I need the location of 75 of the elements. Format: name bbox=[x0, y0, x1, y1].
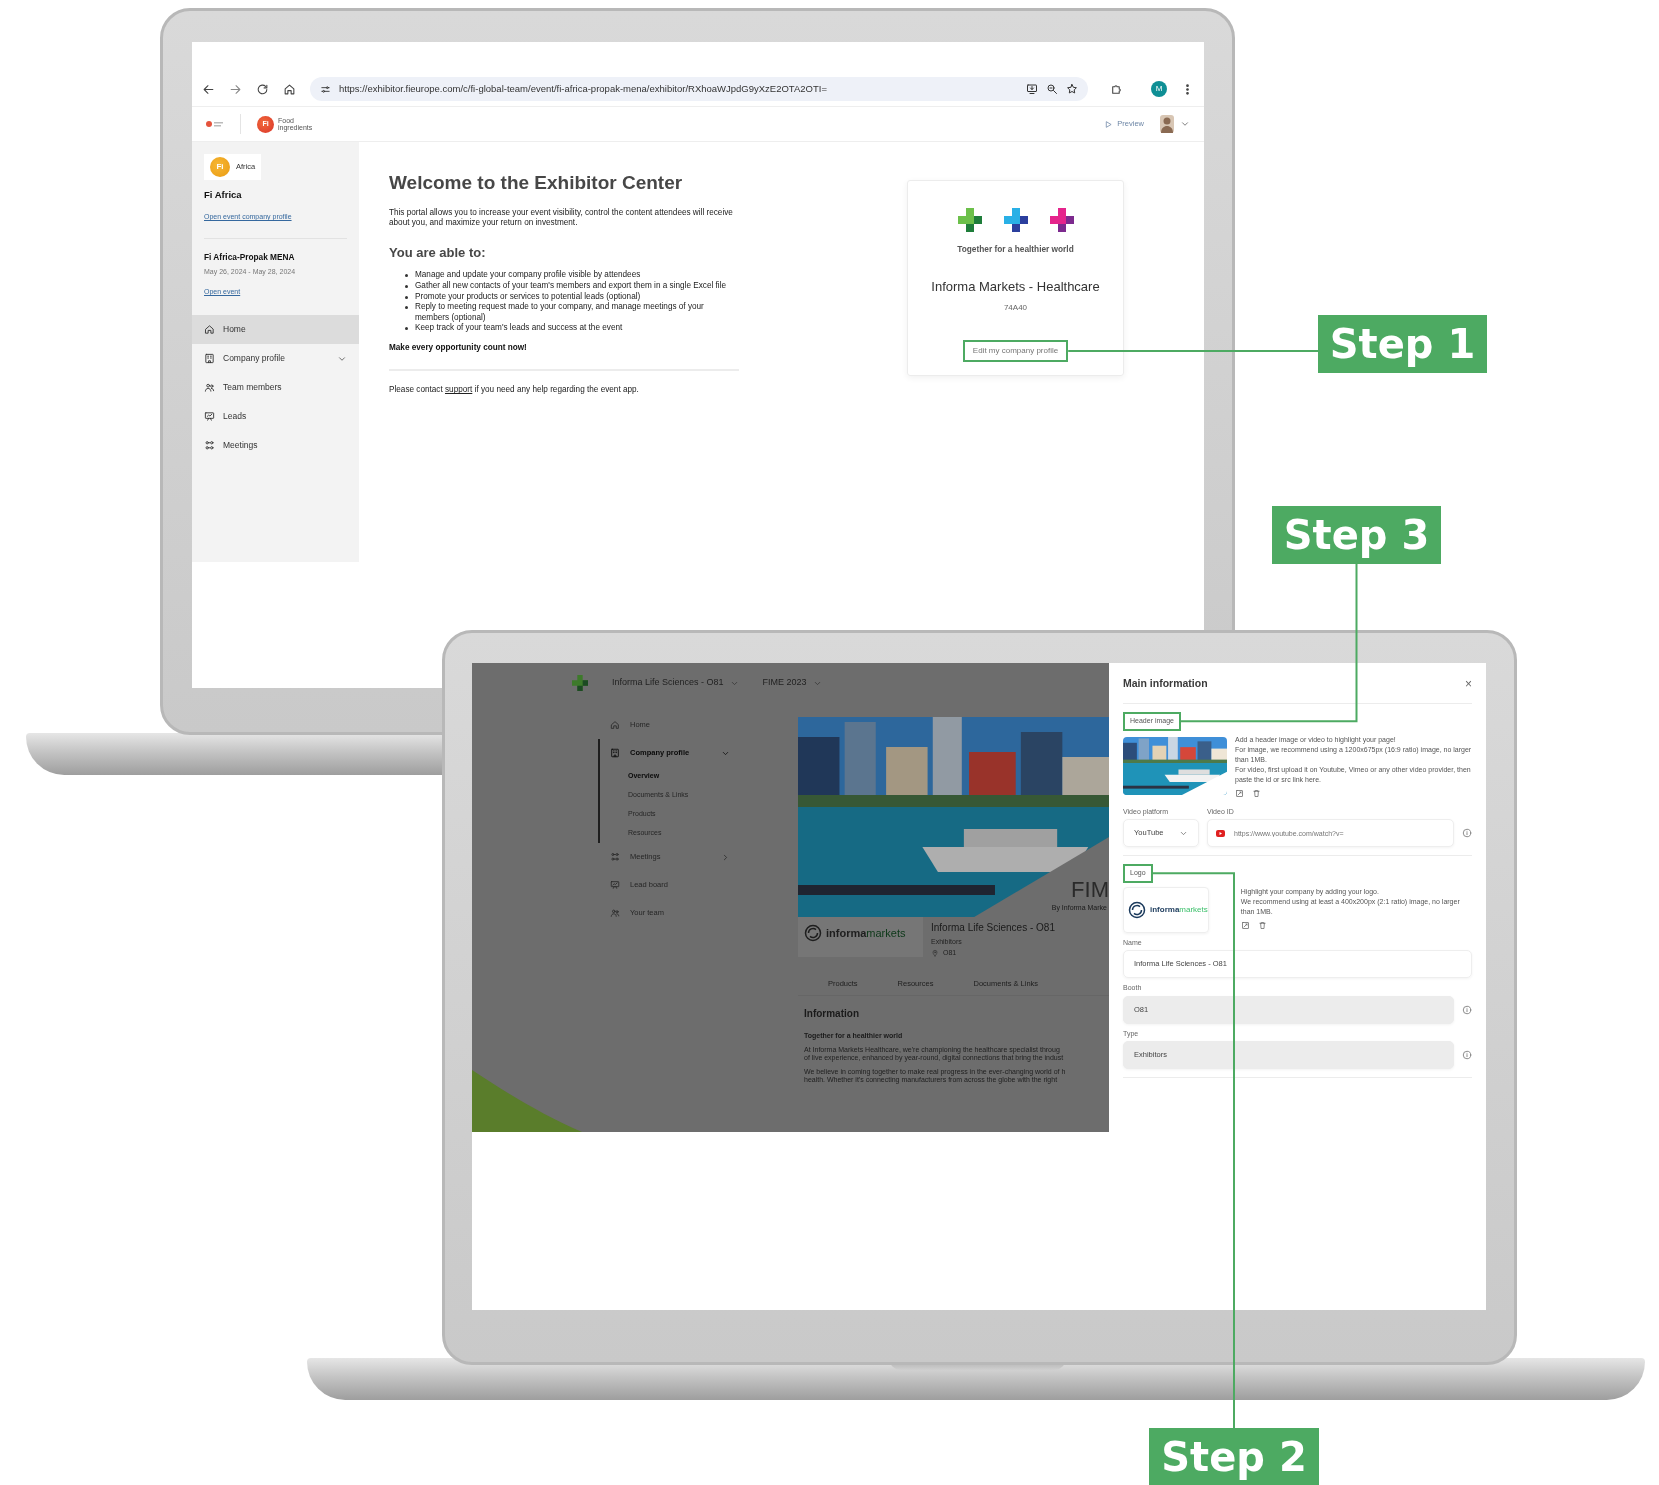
bullet-icon bbox=[405, 327, 408, 331]
bullet-text: Promote your products or services to potential leads (optional) bbox=[415, 291, 641, 302]
close-button[interactable]: × bbox=[1465, 678, 1472, 690]
building-icon bbox=[610, 748, 620, 758]
building-icon bbox=[204, 353, 215, 365]
support-link[interactable]: support bbox=[445, 385, 473, 395]
nav-item[interactable]: Meetings bbox=[192, 431, 359, 461]
bullet-text: Manage and update your company profile visible by attendees bbox=[415, 270, 641, 281]
trash-icon[interactable] bbox=[1252, 788, 1261, 798]
step-label: Step 3 bbox=[1272, 506, 1441, 564]
easel-icon bbox=[610, 880, 620, 890]
avatar[interactable] bbox=[1160, 115, 1174, 133]
intro-text: This portal allows you to increase your event visibility, control the content attendees will receive about you, and maximize your return on investment. bbox=[389, 207, 734, 229]
chevron-down-icon[interactable] bbox=[1180, 119, 1190, 129]
banner-title: FIM bbox=[1071, 879, 1109, 901]
info-icon[interactable] bbox=[1462, 1050, 1472, 1060]
company-name: Informa Markets - Healthcare bbox=[930, 278, 1101, 297]
easel-icon bbox=[204, 411, 215, 423]
step-label: Step 2 bbox=[1149, 1428, 1319, 1485]
star-icon[interactable] bbox=[1066, 83, 1078, 95]
panel-title: Main information bbox=[1123, 676, 1208, 692]
zoom-icon[interactable] bbox=[1046, 83, 1058, 95]
bullet-icon bbox=[405, 285, 408, 288]
bullet-icon bbox=[405, 306, 408, 310]
bullet-icon bbox=[405, 295, 408, 299]
booth-number: 74A40 bbox=[1002, 301, 1029, 314]
video-play-icon bbox=[1216, 830, 1225, 837]
page-title: Welcome to the Exhibitor Center bbox=[389, 172, 684, 195]
nav-item[interactable]: Company profile bbox=[192, 344, 359, 374]
ring-logo-icon bbox=[1128, 900, 1146, 919]
install-icon[interactable] bbox=[1026, 83, 1038, 95]
step-label: Step 1 bbox=[1318, 315, 1487, 373]
bullet-text: Keep track of your team's leads and success at the event bbox=[415, 323, 623, 334]
info-icon[interactable] bbox=[1462, 1004, 1472, 1015]
edit-profile-button[interactable]: Edit my company profile bbox=[962, 339, 1069, 362]
contact-text: Please contact support if you need any help regarding the event app. bbox=[389, 385, 640, 396]
forward-icon[interactable] bbox=[229, 82, 242, 96]
bullet-text: Reply to meeting request made to your company, and manage meetings of your members (optional) bbox=[415, 302, 705, 323]
home-icon bbox=[204, 324, 215, 336]
event-name: Fi Africa-Propak MENA bbox=[204, 251, 296, 264]
pin-icon bbox=[931, 948, 939, 957]
company-dropdown[interactable]: Informa Life Sciences - O81 bbox=[612, 676, 739, 690]
nav-item[interactable]: Leads bbox=[192, 402, 359, 432]
logo-wordmark: informamarkets bbox=[1150, 903, 1208, 916]
ring-logo-icon bbox=[804, 924, 822, 942]
back-icon[interactable] bbox=[202, 82, 215, 96]
bullet-icon bbox=[405, 274, 408, 278]
edit-image-icon[interactable] bbox=[1240, 920, 1250, 930]
cta-text: Make every opportunity count now! bbox=[389, 342, 528, 354]
address-bar[interactable]: https://exhibitor.fieurope.com/c/fi-global-team/event/fi-africa-propak-mena/exhibitor/RXhoaWJpdG9yXzE2OTA2OTI= bbox=[310, 77, 1088, 101]
logo-wordmark: informamarkets bbox=[826, 925, 906, 941]
logo-icon bbox=[206, 120, 224, 128]
tagline-text: Together for a healthier world bbox=[956, 243, 1075, 256]
home-icon[interactable] bbox=[283, 82, 296, 96]
logo-badge: Fi bbox=[210, 157, 230, 177]
chevron-right-icon[interactable] bbox=[721, 852, 730, 862]
bullet-text: Gather all new contacts of your team's members and export them in a single Excel file bbox=[415, 281, 726, 292]
company-name: Fi Africa bbox=[204, 188, 243, 202]
trash-icon[interactable] bbox=[1257, 920, 1267, 930]
people-icon bbox=[204, 382, 215, 394]
company-name: Informa Life Sciences - O81 bbox=[931, 921, 1055, 935]
section-heading: You are able to: bbox=[389, 244, 487, 261]
nav-item[interactable]: Team members bbox=[192, 373, 359, 403]
info-icon[interactable] bbox=[1462, 828, 1472, 838]
cross-logo-icon bbox=[572, 675, 588, 691]
nav-item[interactable]: Home bbox=[192, 315, 359, 345]
reload-icon[interactable] bbox=[256, 82, 269, 96]
tune-icon[interactable] bbox=[320, 83, 331, 95]
play-icon bbox=[1104, 119, 1114, 129]
section-heading: Information bbox=[804, 1007, 860, 1022]
people-icon bbox=[610, 908, 620, 918]
edit-image-icon[interactable] bbox=[1235, 788, 1244, 798]
profile-button[interactable]: M bbox=[1151, 81, 1167, 97]
event-dropdown[interactable]: FIME 2023 bbox=[762, 676, 822, 690]
home-icon bbox=[610, 720, 620, 730]
